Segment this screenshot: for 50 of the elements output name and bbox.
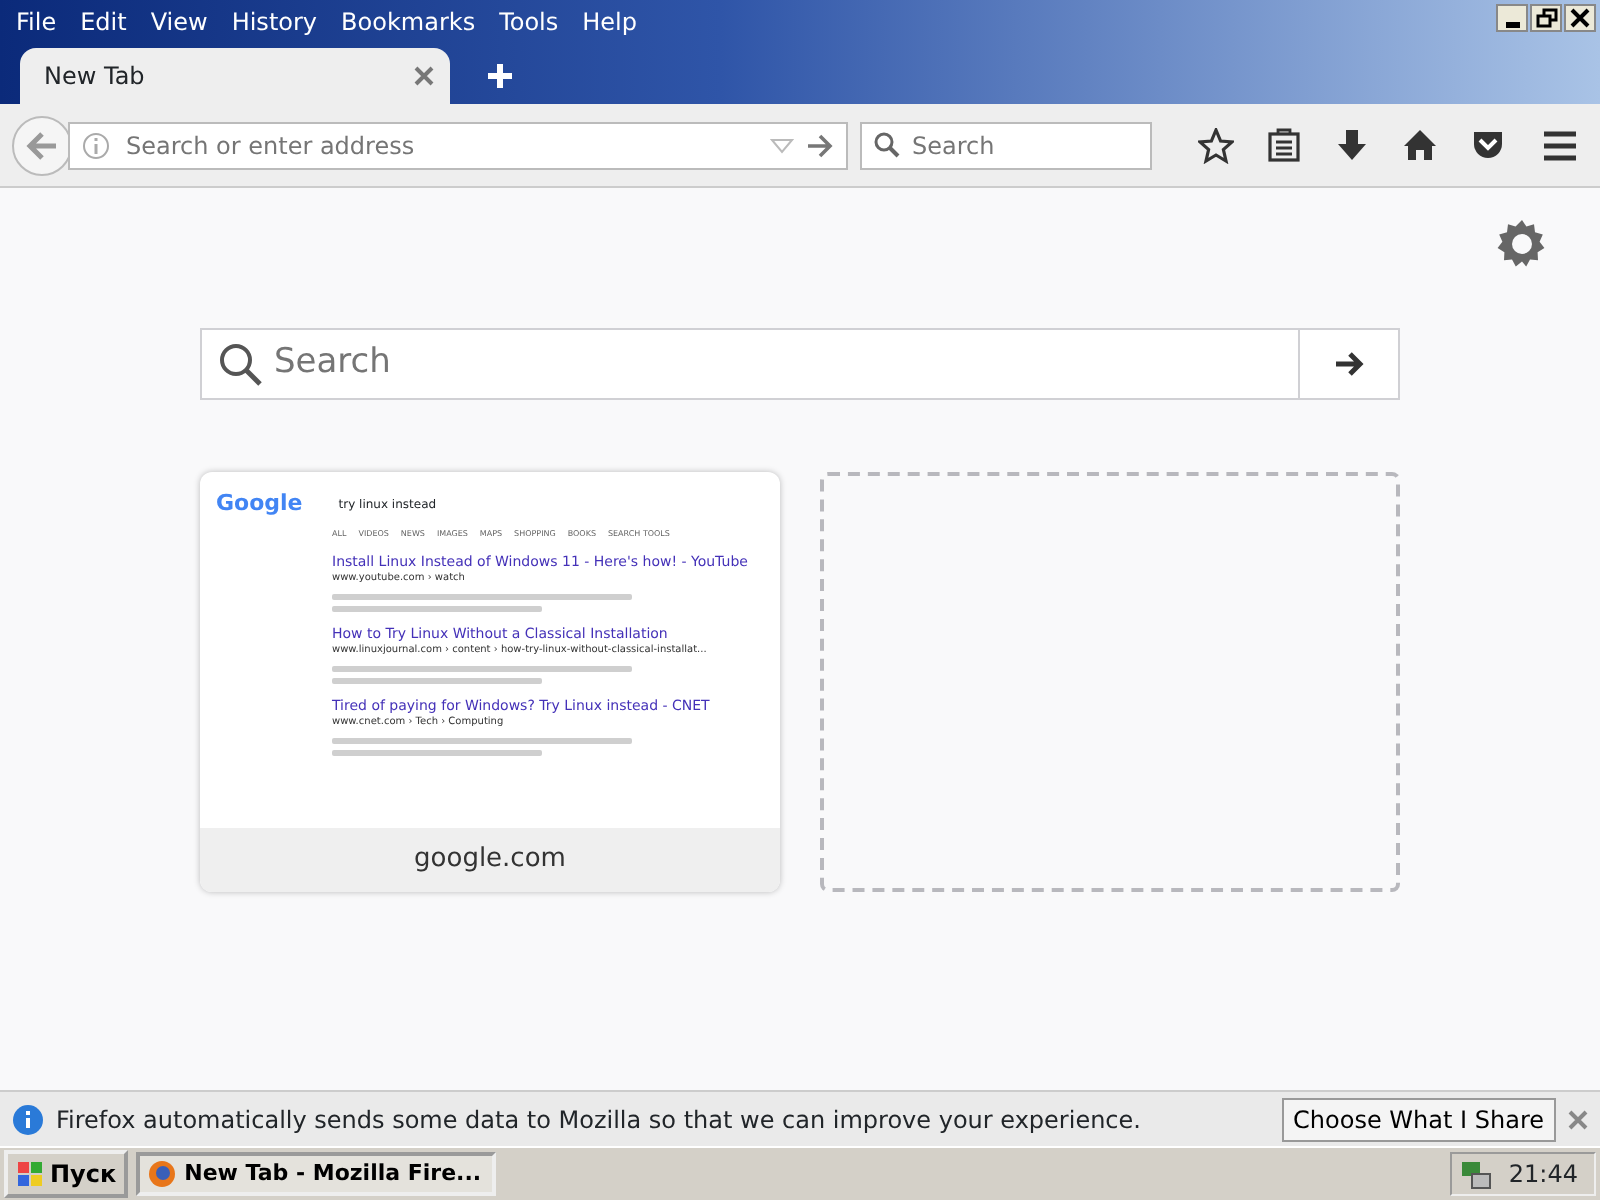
search-bar[interactable]: Search	[860, 121, 1152, 169]
notification-message: Firefox automatically sends some data to Mozilla so that we can improve your experience.	[56, 1103, 1141, 1137]
close-icon[interactable]	[414, 66, 434, 86]
menu-item[interactable]: Help	[570, 4, 649, 40]
network-icon	[1460, 1158, 1493, 1190]
plus-icon[interactable]	[486, 62, 514, 90]
search-icon	[218, 342, 262, 386]
restore-button[interactable]	[1530, 4, 1562, 32]
menu-item[interactable]: Tools	[487, 4, 571, 40]
search-input[interactable]: Search	[908, 125, 1138, 165]
windows-flag-icon	[16, 1160, 44, 1188]
download-icon[interactable]	[1334, 127, 1370, 163]
address-input[interactable]: Search or enter address	[122, 125, 758, 165]
minimize-icon	[1505, 21, 1519, 27]
info-icon	[82, 131, 110, 159]
restore-icon	[1535, 7, 1557, 29]
clock: 21:44	[1508, 1158, 1578, 1192]
close-icon	[1570, 8, 1590, 28]
choose-button[interactable]: Choose What I Share	[1281, 1097, 1556, 1141]
go-arrow-icon[interactable]	[806, 133, 834, 157]
settings-icon[interactable]	[1496, 218, 1548, 270]
taskbar-button[interactable]: New Tab - Mozilla Fire...	[136, 1151, 497, 1197]
logo: Google	[216, 488, 303, 520]
home-icon[interactable]	[1402, 127, 1438, 163]
back-arrow-icon	[26, 131, 58, 159]
search-icon	[874, 132, 900, 158]
close-icon[interactable]	[1568, 1109, 1588, 1129]
menu-item[interactable]: History	[219, 4, 330, 40]
close-button[interactable]	[1564, 4, 1596, 32]
menu-item[interactable]: View	[138, 4, 220, 40]
info-icon	[12, 1103, 44, 1135]
arrow-right-icon	[1333, 350, 1365, 378]
menu-item[interactable]: Bookmarks	[329, 4, 488, 40]
menu-item[interactable]: File	[4, 4, 69, 40]
search-input[interactable]: Search	[262, 336, 1298, 392]
clipboard-icon[interactable]	[1266, 127, 1302, 163]
globe-icon	[148, 1160, 177, 1188]
start-button[interactable]: Пуск	[4, 1150, 129, 1198]
minimize-button[interactable]	[1496, 4, 1528, 32]
back-button[interactable]	[12, 115, 72, 175]
star-icon[interactable]	[1198, 127, 1234, 163]
site-tile[interactable]	[200, 472, 780, 892]
search-bar[interactable]: Search	[200, 328, 1400, 400]
tile-title: google.com	[200, 828, 780, 892]
pocket-icon[interactable]	[1470, 127, 1506, 163]
menu-icon[interactable]	[1542, 129, 1578, 161]
menu-item[interactable]: Edit	[68, 4, 139, 40]
browser-tab[interactable]: New Tab	[20, 48, 450, 104]
address-bar[interactable]: Search or enter address	[68, 121, 848, 169]
tab-title: New Tab	[44, 60, 147, 94]
